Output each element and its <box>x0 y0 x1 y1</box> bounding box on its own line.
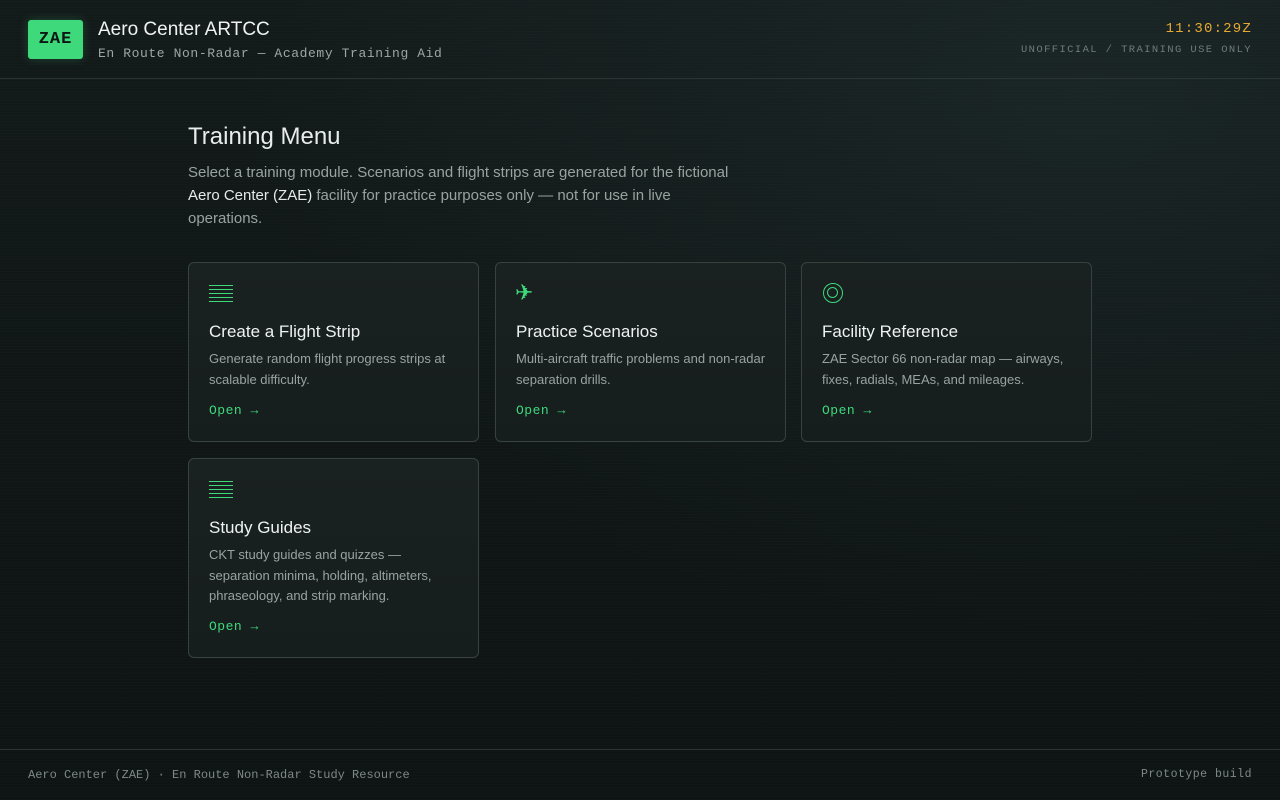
card-description: Multi-aircraft traffic problems and non-… <box>516 351 766 387</box>
card-title: Create a Flight Strip <box>209 322 361 341</box>
app-title: Aero Center ARTCC <box>98 19 270 40</box>
card-create-flight-strip[interactable]: Create a Flight Strip Generate random fl… <box>188 262 479 442</box>
open-link-practice-scenarios[interactable]: Open → <box>516 403 566 418</box>
intro-facility-name: Aero Center (ZAE) <box>188 187 313 204</box>
card-title: Facility Reference <box>822 322 959 341</box>
card-description: ZAE Sector 66 non-radar map — airways, f… <box>822 351 1064 387</box>
open-link-create-flight-strip[interactable]: Open → <box>209 403 259 418</box>
card-facility-reference[interactable]: Facility Reference ZAE Sector 66 non-rad… <box>801 262 1092 442</box>
zulu-clock: 11:30:29Z <box>1165 21 1252 37</box>
footer-resource-label: Aero Center (ZAE) · En Route Non-Radar S… <box>28 768 410 782</box>
app-footer: Aero Center (ZAE) · En Route Non-Radar S… <box>0 749 1280 800</box>
study-guide-lines-icon <box>209 481 233 501</box>
flight-strip-lines-icon <box>209 285 233 305</box>
intro-text-start: Select a training module. Scenarios and … <box>188 164 729 181</box>
card-description: Generate random flight progress strips a… <box>209 351 446 387</box>
card-title: Study Guides <box>209 518 312 537</box>
card-description: CKT study guides and quizzes — separatio… <box>209 547 432 603</box>
open-link-facility-reference[interactable]: Open → <box>822 403 872 418</box>
facility-logo: ZAE <box>28 20 83 59</box>
open-link-study-guides[interactable]: Open → <box>209 619 259 634</box>
intro-text: Select a training module. Scenarios and … <box>188 161 748 230</box>
card-practice-scenarios[interactable]: ✈ Practice Scenarios Multi-aircraft traf… <box>495 262 786 442</box>
app-header: ZAE Aero Center ARTCC En Route Non-Radar… <box>0 0 1280 79</box>
app-subtitle: En Route Non-Radar — Academy Training Ai… <box>98 46 443 61</box>
footer-build-label: Prototype build <box>1140 768 1252 781</box>
target-icon <box>823 283 843 303</box>
training-use-notice: UNOFFICIAL / TRAINING USE ONLY <box>1020 44 1252 56</box>
page-title: Training Menu <box>188 123 341 150</box>
card-study-guides[interactable]: Study Guides CKT study guides and quizze… <box>188 458 479 658</box>
card-title: Practice Scenarios <box>516 322 658 341</box>
airplane-icon: ✈ <box>515 281 534 306</box>
